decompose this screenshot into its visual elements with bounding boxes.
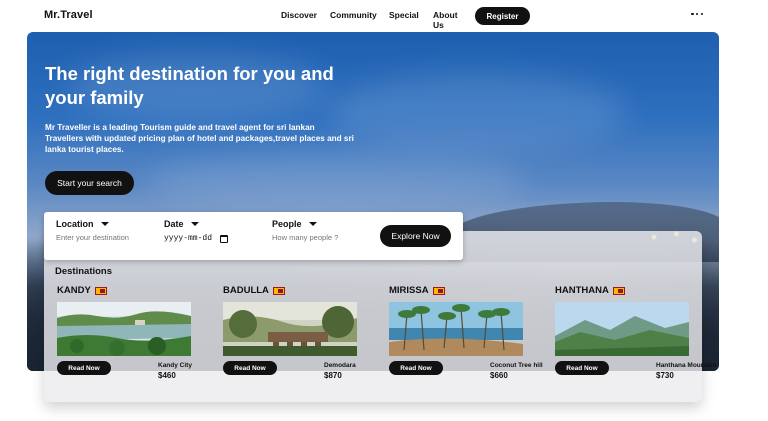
card-price: $660 (490, 371, 508, 380)
card-price: $870 (324, 371, 342, 380)
sri-lanka-flag-icon (612, 286, 625, 295)
read-now-button[interactable]: Read Now (555, 361, 609, 375)
hero-title: The right destination for you and your f… (45, 63, 334, 108)
card-name: MIRISSA (389, 285, 445, 296)
demodara-bridge-image (223, 302, 357, 356)
nav-link-about-us[interactable]: About Us (433, 10, 458, 30)
read-now-button[interactable]: Read Now (57, 361, 111, 375)
register-button[interactable]: Register (475, 7, 530, 25)
nav-link-community[interactable]: Community (330, 10, 377, 20)
destinations-title: Destinations (55, 266, 113, 277)
caret-down-icon (100, 222, 109, 226)
brand-logo[interactable]: Mr.Travel (44, 9, 93, 21)
read-now-button[interactable]: Read Now (389, 361, 443, 375)
date-dropdown[interactable]: Date (164, 219, 199, 229)
location-input[interactable] (56, 233, 156, 242)
destination-card-badulla: BADULLA Read Now Demodara $870 (221, 284, 361, 384)
calendar-icon[interactable] (220, 234, 229, 243)
date-input[interactable]: yyyy-mm-dd (164, 234, 229, 243)
sri-lanka-flag-icon (432, 286, 445, 295)
destination-card-hanthana: HANTHANA Read Now Hanthana Mountain $730 (553, 284, 716, 384)
read-now-button[interactable]: Read Now (223, 361, 277, 375)
card-place: Kandy City (158, 362, 192, 369)
card-price: $460 (158, 371, 176, 380)
location-dropdown[interactable]: Location (56, 219, 109, 229)
sri-lanka-flag-icon (272, 286, 285, 295)
start-search-button[interactable]: Start your search (45, 171, 134, 195)
caret-down-icon (190, 222, 199, 226)
destination-card-kandy: KANDY Read Now Kandy City $460 (55, 284, 195, 384)
nav-link-discover[interactable]: Discover (281, 10, 317, 20)
hanthana-mountain-image (555, 302, 689, 356)
card-place: Hanthana Mountain (656, 362, 717, 369)
search-bar: Location Date yyyy-mm-dd People Explore … (44, 212, 463, 260)
coconut-tree-hill-image (389, 302, 523, 356)
nav-link-special[interactable]: Special (389, 10, 419, 20)
kandy-lake-image (57, 302, 191, 356)
caret-down-icon (308, 222, 317, 226)
card-name: BADULLA (223, 285, 285, 296)
top-nav: Mr.Travel Discover Community Special Abo… (0, 0, 768, 32)
sri-lanka-flag-icon (94, 286, 107, 295)
explore-now-button[interactable]: Explore Now (380, 225, 451, 247)
hero-description: Mr Traveller is a leading Tourism guide … (45, 123, 354, 154)
destination-card-mirissa: MIRISSA Read Now Coconut Tree hill $660 (387, 284, 543, 384)
people-dropdown[interactable]: People (272, 219, 317, 229)
card-name: HANTHANA (555, 285, 625, 296)
card-place: Coconut Tree hill (490, 362, 543, 369)
more-horizontal-icon[interactable] (691, 11, 703, 17)
card-place: Demodara (324, 362, 356, 369)
card-name: KANDY (57, 285, 107, 296)
people-input[interactable] (272, 233, 362, 242)
card-price: $730 (656, 371, 674, 380)
